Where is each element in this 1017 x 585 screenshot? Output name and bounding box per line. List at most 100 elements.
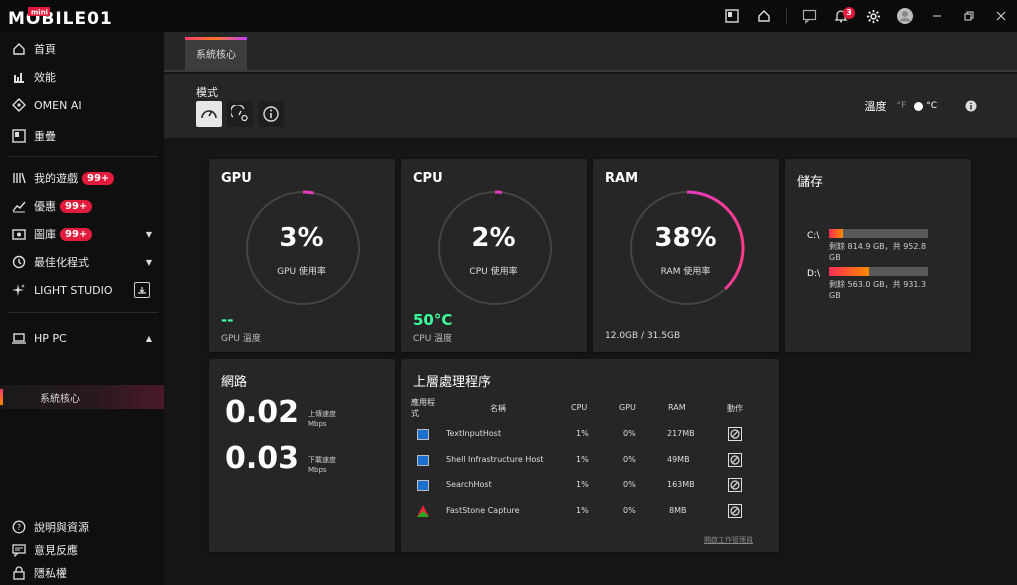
gauge-mode-button[interactable] bbox=[196, 101, 222, 127]
close-icon bbox=[996, 11, 1006, 21]
info-mode-button[interactable] bbox=[258, 101, 284, 127]
home-icon bbox=[13, 43, 25, 55]
sidebar-item-hp-pc[interactable]: HP PC ▲ bbox=[0, 325, 164, 351]
col-header-gpu: GPU bbox=[619, 403, 636, 412]
col-header-action: 動作 bbox=[727, 404, 743, 413]
speedometer-icon bbox=[201, 110, 217, 119]
sidebar-item-my-games[interactable]: 我的遊戲 99+ bbox=[0, 165, 164, 191]
cpu-usage-label: CPU 使用率 bbox=[469, 267, 518, 277]
sidebar-item-omen-ai[interactable]: OMEN AI bbox=[0, 92, 164, 118]
process-gpu: 0% bbox=[623, 429, 636, 438]
unit-toggle-knob[interactable] bbox=[914, 101, 924, 111]
omen-ai-icon bbox=[12, 98, 26, 112]
sidebar-item-label: 首頁 bbox=[34, 43, 56, 56]
sidebar-item-label: 系統核心 bbox=[40, 393, 80, 405]
trend-icon bbox=[12, 201, 26, 213]
process-name: Shell Infrastructure Host bbox=[446, 455, 544, 464]
sidebar-item-gallery[interactable]: 圖庫 99+ ▼ bbox=[0, 221, 164, 247]
message-icon bbox=[802, 9, 816, 24]
settings-button[interactable] bbox=[857, 0, 889, 32]
card-title: RAM bbox=[605, 171, 639, 186]
end-process-button[interactable] bbox=[728, 478, 742, 492]
card-title: 網路 bbox=[221, 375, 248, 390]
performance-mode-button[interactable] bbox=[227, 101, 253, 127]
block-icon bbox=[730, 480, 740, 490]
drive-d-free-text: 剩餘 563.0 GB，共 931.3 bbox=[829, 280, 927, 289]
process-cpu: 1% bbox=[576, 506, 589, 515]
sidebar-item-home[interactable]: 首頁 bbox=[0, 36, 164, 62]
sidebar-item-overlay[interactable]: 重疊 bbox=[0, 123, 164, 149]
drive-d-label: D:\ bbox=[807, 269, 820, 279]
process-cpu: 1% bbox=[576, 480, 589, 489]
process-name: FastStone Capture bbox=[446, 506, 520, 515]
sidebar-item-deals[interactable]: 優惠 99+ bbox=[0, 193, 164, 219]
drive-d-usage-fill bbox=[829, 267, 869, 276]
network-card: 網路 0.02 上傳速度 Mbps 0.03 下載速度 Mbps bbox=[209, 359, 395, 552]
home-button[interactable] bbox=[748, 0, 780, 32]
notification-count-badge: 3 bbox=[843, 7, 855, 19]
download-speed-value: 0.03 bbox=[225, 441, 300, 476]
drive-c-detail: 剩餘 814.9 GB，共 952.8 GB bbox=[829, 241, 939, 263]
sidebar-item-label: 隱私權 bbox=[34, 567, 67, 580]
sidebar: 首頁 效能 OMEN AI 重疊 我的遊戲 99+ 優惠 99+ 圖庫 99+ bbox=[0, 32, 164, 585]
download-speed-label: 下載速度 Mbps bbox=[308, 455, 336, 475]
gallery-count-badge: 99+ bbox=[60, 227, 93, 241]
sidebar-item-label: 最佳化程式 bbox=[34, 256, 89, 269]
upload-speed-value: 0.02 bbox=[225, 395, 300, 430]
sidebar-item-label: 我的遊戲 bbox=[34, 172, 78, 185]
process-ram: 49MB bbox=[667, 455, 690, 464]
notifications-button[interactable]: 3 bbox=[825, 0, 857, 32]
light-studio-launch-icon[interactable] bbox=[134, 282, 150, 298]
account-button[interactable] bbox=[889, 0, 921, 32]
messages-button[interactable] bbox=[793, 0, 825, 32]
block-icon bbox=[730, 455, 740, 465]
deals-count-badge: 99+ bbox=[60, 199, 93, 213]
ram-usage-value: 38% bbox=[654, 223, 717, 253]
sidebar-item-privacy[interactable]: 隱私權 bbox=[0, 560, 164, 585]
end-process-button[interactable] bbox=[728, 453, 742, 467]
chevron-down-icon[interactable]: ▼ bbox=[146, 230, 152, 239]
top-processes-card: 上層處理程序 應用程式 名稱 CPU GPU RAM 動作 TextInputH… bbox=[401, 359, 779, 552]
drive-d-detail: 剩餘 563.0 GB，共 931.3 GB bbox=[829, 279, 939, 301]
sidebar-item-performance[interactable]: 效能 bbox=[0, 64, 164, 90]
window-app-icon bbox=[417, 480, 429, 491]
unit-fahrenheit-option[interactable]: °F bbox=[897, 101, 907, 111]
storage-card: 儲存 C:\ 剩餘 814.9 GB，共 952.8 GB D:\ 剩餘 563.… bbox=[785, 159, 971, 352]
drive-c-free-text: 剩餘 814.9 GB，共 952.8 bbox=[829, 242, 927, 251]
info-icon[interactable] bbox=[965, 100, 977, 112]
overlay-icon bbox=[725, 9, 739, 23]
cpu-temp-label: CPU 溫度 bbox=[413, 334, 453, 344]
laptop-icon bbox=[12, 333, 26, 344]
close-button[interactable] bbox=[985, 0, 1017, 32]
library-icon bbox=[13, 172, 26, 184]
gpu-usage-value: 3% bbox=[279, 223, 324, 253]
overlay-toggle-button[interactable] bbox=[716, 0, 748, 32]
home-icon bbox=[758, 10, 770, 22]
col-header-app-line2: 式 bbox=[411, 409, 419, 418]
mobile01-logo: MOBILE01 mini bbox=[8, 7, 112, 29]
process-name: SearchHost bbox=[446, 480, 492, 489]
open-task-manager-link[interactable]: 開啟工作管理員 bbox=[704, 535, 753, 545]
process-ram: 163MB bbox=[667, 480, 695, 489]
upload-label-text: 上傳速度 bbox=[308, 410, 336, 418]
sidebar-item-system-core[interactable]: 系統核心 bbox=[0, 385, 164, 409]
sidebar-item-optimizer[interactable]: 最佳化程式 ▼ bbox=[0, 249, 164, 275]
ram-usage-label: RAM 使用率 bbox=[660, 267, 711, 277]
performance-icon bbox=[14, 73, 24, 83]
temperature-unit-control: 溫度 °F °C bbox=[865, 98, 977, 114]
sidebar-divider bbox=[8, 312, 158, 313]
block-icon bbox=[730, 506, 740, 516]
tab-system-core[interactable]: 系統核心 bbox=[185, 37, 247, 70]
minimize-button[interactable] bbox=[921, 0, 953, 32]
restore-button[interactable] bbox=[953, 0, 985, 32]
download-unit-text: Mbps bbox=[308, 466, 327, 474]
chevron-up-icon[interactable]: ▲ bbox=[146, 334, 152, 343]
gallery-icon bbox=[12, 229, 26, 240]
chevron-down-icon[interactable]: ▼ bbox=[146, 258, 152, 267]
unit-celsius-option[interactable]: °C bbox=[926, 101, 937, 111]
end-process-button[interactable] bbox=[728, 427, 742, 441]
help-icon: ? bbox=[12, 520, 26, 534]
end-process-button[interactable] bbox=[728, 504, 742, 518]
ram-card: RAM 38% RAM 使用率 12.0GB / 31.5GB bbox=[593, 159, 779, 352]
window-app-icon bbox=[417, 429, 429, 440]
